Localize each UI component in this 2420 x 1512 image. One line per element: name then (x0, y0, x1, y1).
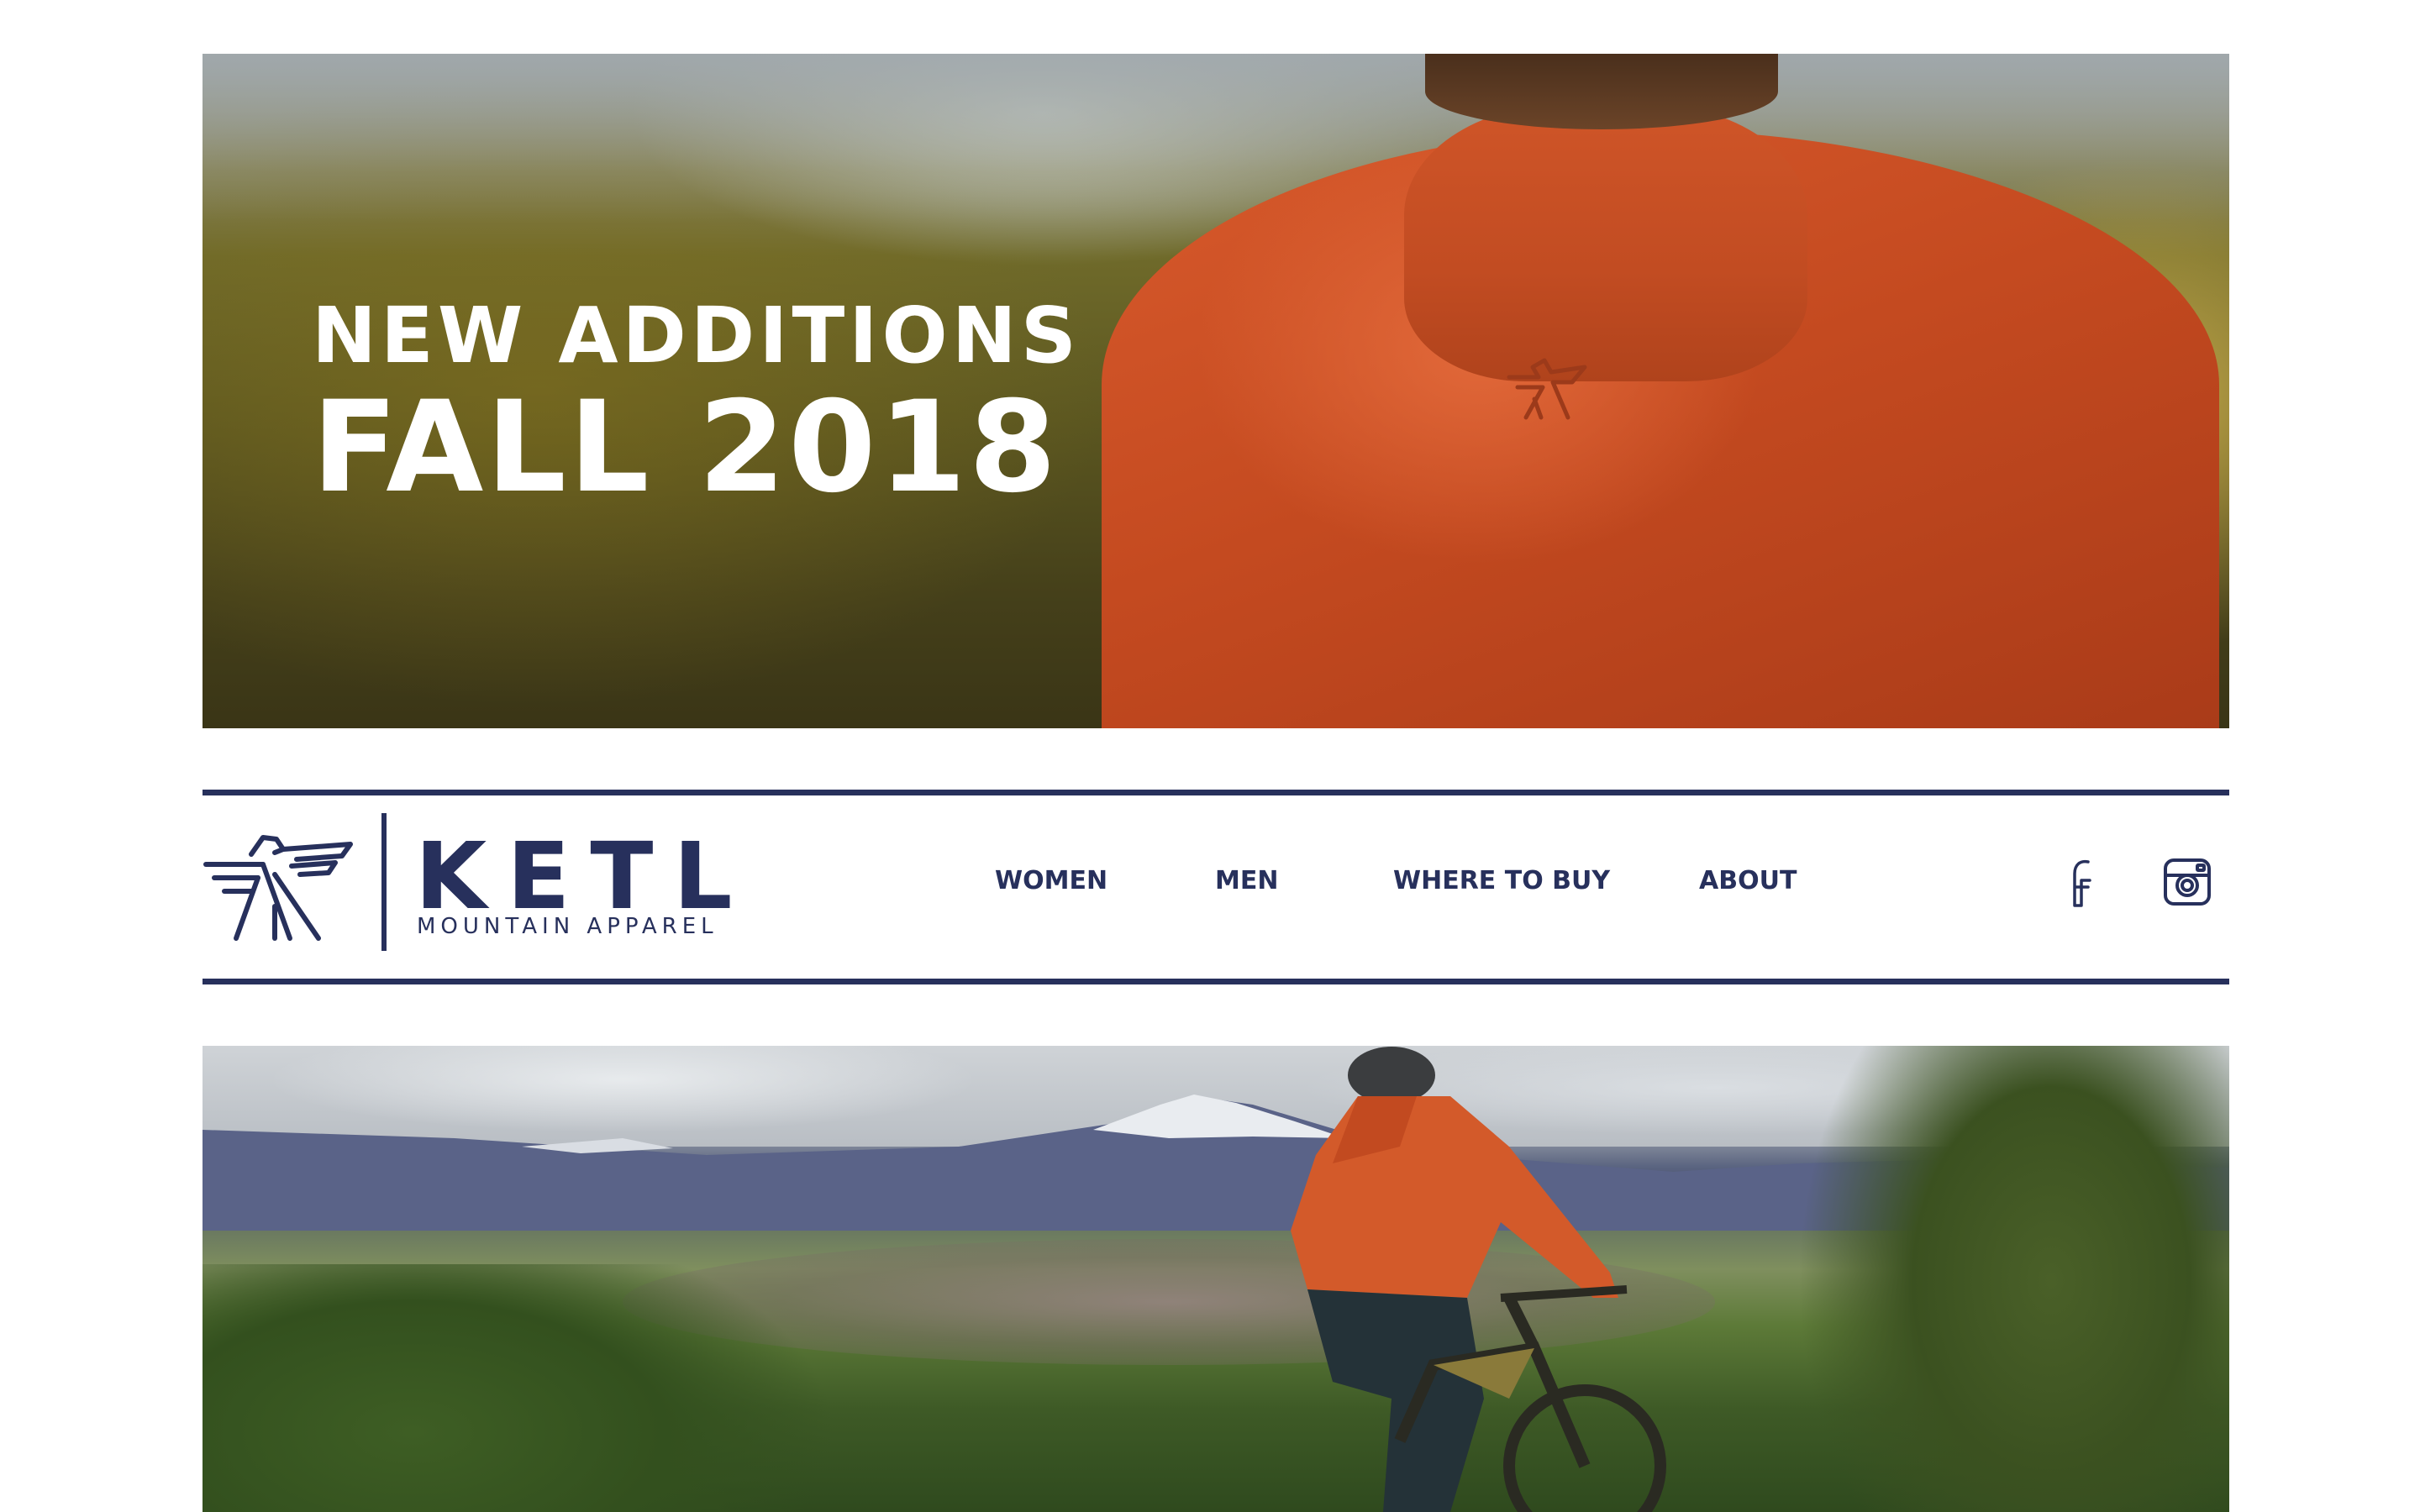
nav-item-where-to-buy[interactable]: WHERE TO BUY (1393, 869, 1610, 894)
hero-headline: NEW ADDITIONS FALL 2018 (312, 291, 1081, 521)
nav-item-women[interactable]: WOMEN (995, 869, 1107, 894)
mountain-bike-photo (203, 1046, 2229, 1512)
hero-jacket-logo-icon (1507, 358, 1587, 420)
trees-left-image (203, 1264, 875, 1512)
facebook-icon[interactable] (2051, 855, 2105, 909)
instagram-icon[interactable] (2160, 855, 2214, 909)
site-header: KETL MOUNTAIN APPAREL WOMEN MEN WHERE TO… (203, 790, 2229, 984)
main-nav: WOMEN MEN WHERE TO BUY ABOUT (203, 790, 2229, 984)
page: NEW ADDITIONS FALL 2018 KETL MOUNTAIN AP… (0, 0, 2420, 1512)
cyclist-image (1291, 1047, 1666, 1512)
hero-headline-line2: FALL 2018 (312, 375, 1060, 521)
header-bottom-rule (203, 979, 2229, 984)
hero-headline-line1: NEW ADDITIONS (312, 291, 1081, 381)
hero-banner[interactable]: NEW ADDITIONS FALL 2018 (203, 54, 2229, 728)
hero-hood-image (1404, 104, 1807, 381)
hero-hair-image (1425, 54, 1778, 129)
nav-item-men[interactable]: MEN (1215, 869, 1278, 894)
nav-item-about[interactable]: ABOUT (1699, 869, 1797, 894)
